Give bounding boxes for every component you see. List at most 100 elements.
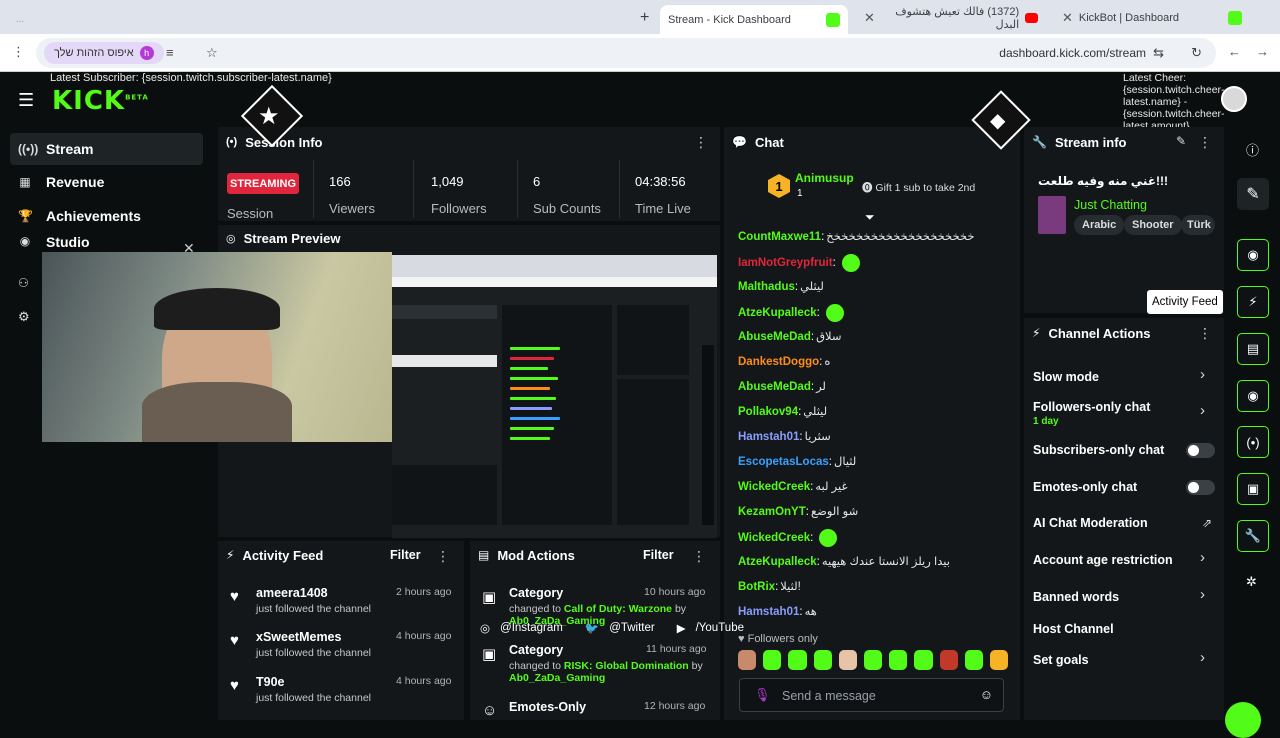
- set-goals-row[interactable]: Set goals: [1033, 653, 1089, 667]
- chat-rail-button[interactable]: ◉: [1237, 380, 1269, 412]
- close-tab-icon[interactable]: ✕: [864, 10, 875, 26]
- kick-logo[interactable]: KICKBETA: [52, 86, 149, 116]
- chat-username[interactable]: EscopetasLocas: [738, 456, 829, 468]
- close-icon[interactable]: ✕: [183, 240, 195, 257]
- chat-username[interactable]: Malthadus: [738, 281, 795, 293]
- microphone-icon[interactable]: 🎙: [754, 687, 771, 703]
- emoji-picker-icon[interactable]: ☺: [980, 687, 993, 702]
- kebab-menu-icon[interactable]: ⋮: [436, 548, 450, 565]
- activity-filter-button[interactable]: Filter: [390, 548, 421, 562]
- quick-emote-icon[interactable]: [914, 650, 933, 670]
- stream-preview-video[interactable]: [392, 255, 717, 538]
- chat-username[interactable]: AbuseMeDad: [738, 331, 811, 343]
- hamburger-menu-icon[interactable]: ☰: [18, 90, 36, 111]
- chat-username[interactable]: AtzeKupalleck: [738, 307, 817, 319]
- back-icon[interactable]: ←: [1228, 44, 1241, 59]
- mod-actions-rail-button[interactable]: ▤: [1237, 333, 1269, 365]
- chat-username[interactable]: WickedCreek: [738, 532, 810, 544]
- quick-emote-icon[interactable]: [939, 650, 958, 670]
- mod-detail-category[interactable]: RISK: Global Domination: [564, 660, 689, 672]
- reader-icon[interactable]: ≡: [166, 45, 174, 60]
- wrench-rail-button[interactable]: 🔧: [1237, 520, 1269, 552]
- tab-kickbot[interactable]: ✕ KickBot | Dashboard: [1054, 5, 1250, 31]
- quick-emote-icon[interactable]: [788, 650, 807, 670]
- sidebar-item-achievements[interactable]: 🏆 Achievements: [10, 200, 203, 232]
- chevron-right-icon[interactable]: ›: [1200, 402, 1205, 419]
- quick-emote-icon[interactable]: [989, 650, 1009, 670]
- emote-icon[interactable]: [841, 254, 860, 272]
- emote-icon[interactable]: [819, 529, 838, 547]
- quick-emote-icon[interactable]: [813, 650, 832, 670]
- mod-detail-category[interactable]: Call of Duty: Warzone: [564, 603, 672, 615]
- shapes-icon[interactable]: ✲: [1246, 574, 1257, 590]
- kebab-menu-icon[interactable]: ⋮: [1198, 325, 1212, 342]
- chevron-right-icon[interactable]: ›: [1200, 366, 1205, 383]
- chat-username[interactable]: AbuseMeDad: [738, 381, 811, 393]
- account-age-row[interactable]: Account age restriction: [1033, 553, 1173, 567]
- emotes-only-toggle[interactable]: [1186, 480, 1215, 495]
- pinned-gifter-name[interactable]: Animusup: [795, 171, 854, 185]
- kebab-menu-icon[interactable]: ⋮: [1198, 134, 1212, 151]
- edit-icon[interactable]: ✎: [1176, 134, 1186, 148]
- chevron-right-icon[interactable]: ›: [1200, 649, 1205, 666]
- subscribers-only-toggle[interactable]: [1186, 443, 1215, 458]
- chat-username[interactable]: BotRix: [738, 581, 775, 593]
- quick-emote-icon[interactable]: [889, 650, 908, 670]
- followers-only-row[interactable]: Followers-only chat: [1033, 400, 1150, 414]
- chat-username[interactable]: DankestDoggo: [738, 356, 819, 368]
- host-channel-row[interactable]: Host Channel: [1033, 622, 1114, 636]
- chat-username[interactable]: KezamOnYT: [738, 506, 806, 518]
- quick-emote-icon[interactable]: [838, 650, 857, 670]
- quick-emote-icon[interactable]: [964, 650, 983, 670]
- chat-input[interactable]: 🎙 Send a message ☺: [739, 678, 1004, 712]
- category-name[interactable]: Just Chatting: [1074, 198, 1147, 212]
- chat-username[interactable]: WickedCreek: [738, 481, 810, 493]
- tab-youtube[interactable]: ✕ (1372) فالك تعيش هتشوف البدل: [856, 5, 1046, 31]
- chat-username[interactable]: IamNotGreypfruit: [738, 257, 833, 269]
- banned-words-row[interactable]: Banned words: [1033, 590, 1119, 604]
- broadcast-rail-button[interactable]: (•): [1237, 426, 1269, 458]
- tab-stream-dashboard[interactable]: Stream - Kick Dashboard: [660, 5, 848, 34]
- close-tab-icon[interactable]: ✕: [1062, 10, 1073, 26]
- gift-sub-prompt[interactable]: ⓿ Gift 1 sub to take 2nd: [862, 180, 975, 195]
- slow-mode-row[interactable]: Slow mode: [1033, 370, 1099, 384]
- kebab-menu-icon[interactable]: ⋮: [694, 134, 708, 151]
- forward-icon[interactable]: →: [1256, 44, 1269, 59]
- profile-chip[interactable]: איפוס הזהות שלך h: [44, 42, 164, 64]
- translate-icon[interactable]: ⇆: [1153, 45, 1164, 61]
- feed-item-name[interactable]: xSweetMemes: [256, 630, 341, 644]
- pause-chat-icon[interactable]: ⏷: [865, 210, 875, 225]
- quick-emote-icon[interactable]: [763, 650, 782, 670]
- ai-moderation-row[interactable]: AI Chat Moderation: [1033, 516, 1148, 530]
- star-icon[interactable]: ☆: [206, 45, 218, 61]
- sidebar-item-studio[interactable]: ◉ Studio: [10, 234, 203, 252]
- new-tab-button[interactable]: +: [632, 5, 657, 31]
- feed-item-name[interactable]: ameera1408: [256, 586, 328, 600]
- chat-username[interactable]: Hamstah01: [738, 606, 799, 618]
- chat-username[interactable]: CountMaxwe11: [738, 231, 821, 243]
- edit-rail-button[interactable]: ✎: [1237, 178, 1269, 210]
- reload-icon[interactable]: ↻: [1191, 45, 1202, 61]
- chat-username[interactable]: Hamstah01: [738, 431, 799, 443]
- camera-rail-button[interactable]: ◉: [1237, 239, 1269, 271]
- sidebar-item-revenue[interactable]: ▦ Revenue: [10, 166, 203, 198]
- chat-username[interactable]: Pollakov94: [738, 406, 798, 418]
- feed-item-name[interactable]: T90e: [256, 675, 285, 689]
- kebab-menu-icon[interactable]: ⋮: [692, 548, 706, 565]
- sidebar-item-stream[interactable]: ((•)) Stream: [10, 133, 203, 165]
- activity-feed-rail-button[interactable]: ⚡: [1237, 286, 1269, 318]
- chat-username[interactable]: AtzeKupalleck: [738, 556, 817, 568]
- gear-icon[interactable]: ⚙: [18, 309, 30, 325]
- users-icon[interactable]: ⚇: [18, 276, 29, 290]
- external-link-icon[interactable]: ⇗: [1202, 516, 1212, 530]
- quick-emote-icon[interactable]: [738, 650, 757, 670]
- mod-detail-user[interactable]: Ab0_ZaDa_Gaming: [509, 672, 605, 684]
- mod-filter-button[interactable]: Filter: [643, 548, 674, 562]
- info-icon[interactable]: ⓘ: [1246, 140, 1259, 159]
- help-fab-button[interactable]: [1225, 702, 1261, 738]
- chevron-right-icon[interactable]: ›: [1200, 586, 1205, 603]
- menu-dots-icon[interactable]: ⋮: [12, 44, 25, 60]
- url-field[interactable]: איפוס הזהות שלך h ≡ ☆ dashboard.kick.com…: [36, 38, 1216, 68]
- layout-rail-button[interactable]: ▣: [1237, 473, 1269, 505]
- chevron-right-icon[interactable]: ›: [1200, 549, 1205, 566]
